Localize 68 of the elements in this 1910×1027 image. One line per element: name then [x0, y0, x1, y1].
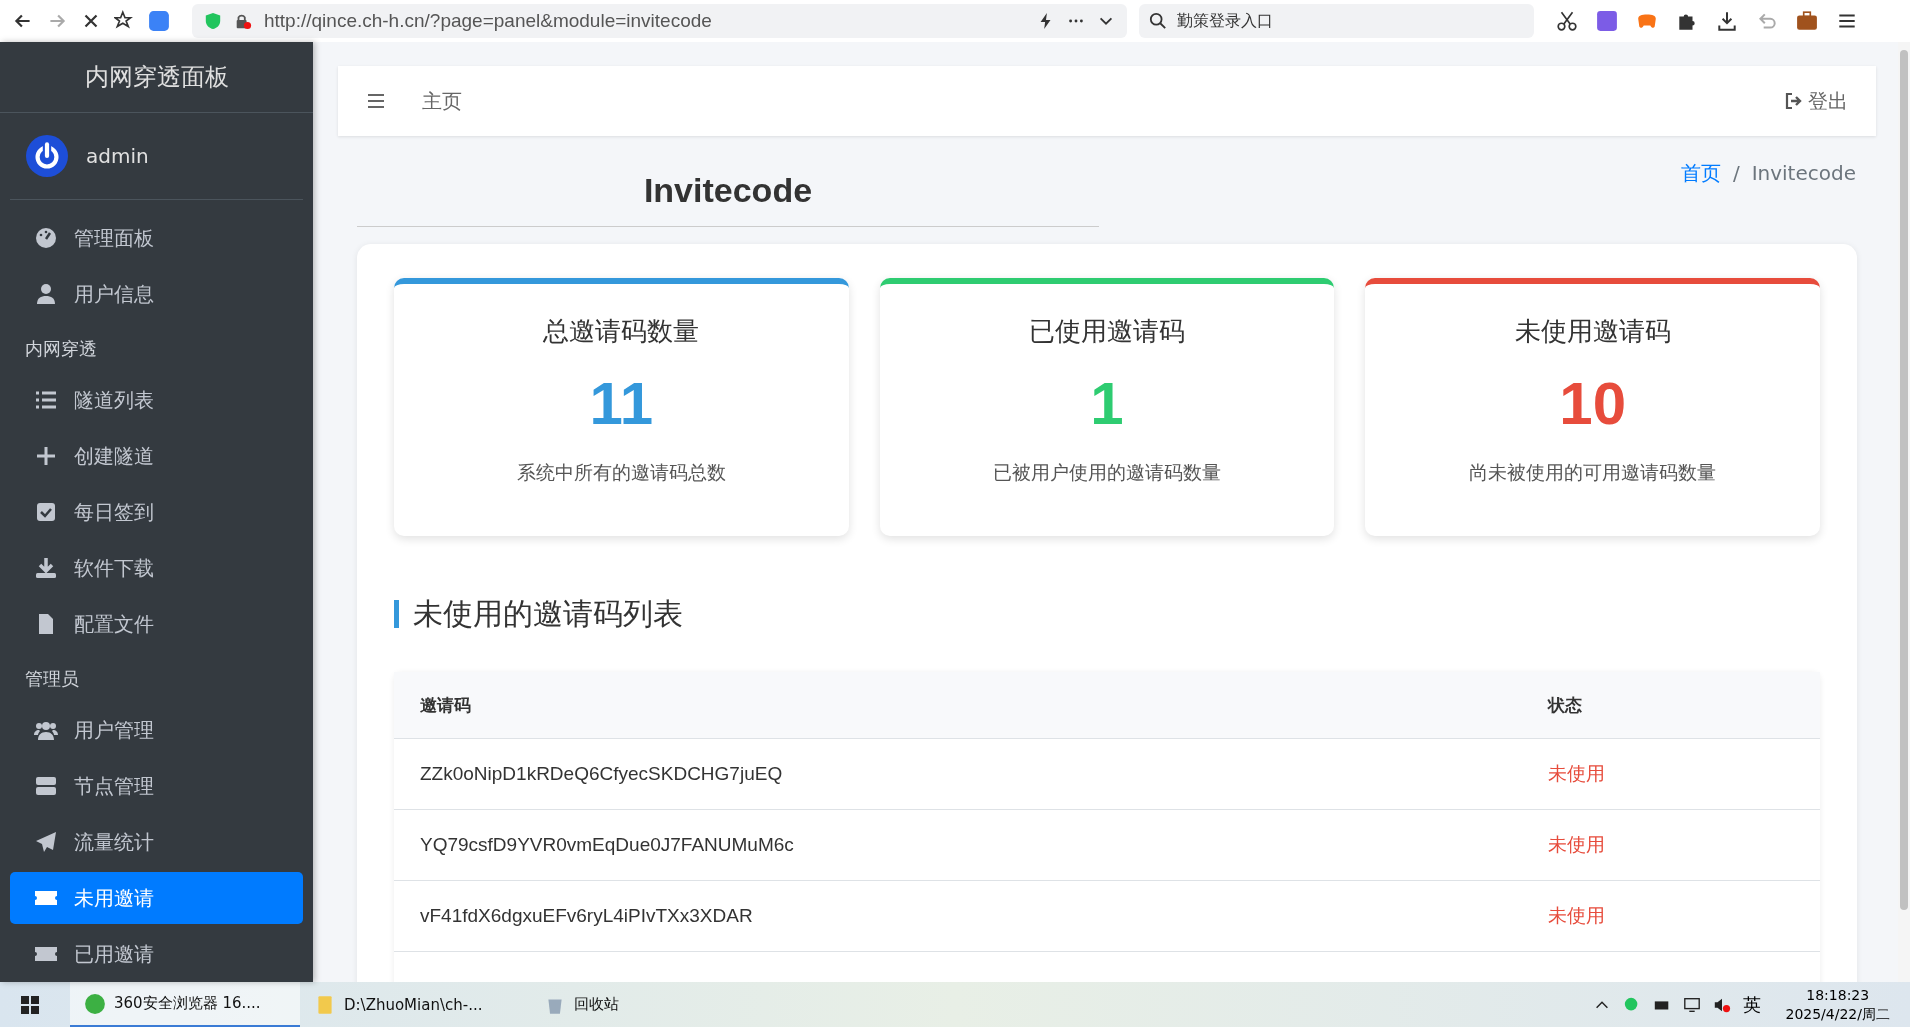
logout-icon [1784, 91, 1804, 111]
search-field[interactable]: 勤策登录入口 [1139, 4, 1534, 38]
stat-title: 已使用邀请码 [1029, 315, 1185, 348]
invite-code: YQ79csfD9YVR0vmEqDue0J7FANUMuM6c [419, 834, 795, 856]
nav-item[interactable]: 已用邀请 [10, 928, 303, 980]
address-bar[interactable]: http://qince.ch-h.cn/?page=panel&module=invitecode [192, 4, 1127, 38]
stat-description: 系统中所有的邀请码总数 [516, 460, 726, 485]
column-header: 状态 [1548, 693, 1583, 717]
nav-item[interactable]: 未用邀请 [10, 872, 303, 924]
status-text: 未使用 [1548, 762, 1606, 786]
lock-warning-icon[interactable] [234, 12, 252, 30]
check-icon [34, 500, 58, 524]
menu-icon[interactable] [366, 91, 386, 111]
nav-item[interactable]: 隧道列表 [10, 374, 303, 426]
nav-item[interactable]: 每日签到 [10, 486, 303, 538]
download-icon[interactable] [1716, 10, 1738, 32]
search-icon [1149, 12, 1167, 30]
taskbar-app[interactable]: D:\ZhuoMian\ch-... [300, 982, 530, 1027]
breadcrumb-link[interactable]: 首页 [1680, 159, 1721, 187]
taskbar-app[interactable]: 360安全浏览器 16.... [70, 982, 300, 1027]
taskbar-app[interactable]: 回收站 [530, 982, 760, 1027]
stat-value: 11 [589, 369, 654, 438]
sidebar-title: 内网穿透面板 [0, 42, 313, 113]
clock-date: 2025/4/22/周二 [1785, 1004, 1890, 1024]
section-title: 未使用的邀请码列表 [394, 600, 1820, 628]
stat-description: 尚未被使用的可用邀请码数量 [1469, 460, 1717, 485]
invite-code: ZZk0oNipD1kRDeQ6CfyecSKDCHG7juEQ [419, 763, 784, 785]
nav-item[interactable]: 节点管理 [10, 760, 303, 812]
user-name: admin [86, 144, 149, 168]
nav-item[interactable]: 流量统计 [10, 816, 303, 868]
server-icon [34, 774, 58, 798]
nav-section-header: 内网穿透 [24, 337, 98, 361]
nav-section-header: 管理员 [24, 667, 80, 691]
shield-icon [204, 12, 222, 30]
windows-start-icon[interactable] [20, 994, 40, 1015]
plane-icon [34, 830, 58, 854]
scissors-icon[interactable] [1556, 10, 1578, 32]
page-title: Invitecode [357, 161, 1099, 227]
stat-value: 10 [1559, 369, 1627, 438]
stat-value: 1 [1090, 369, 1124, 438]
logout-link[interactable]: 登出 [1784, 87, 1848, 115]
stat-title: 未使用邀请码 [1514, 315, 1671, 348]
clock-time: 18:18:23 [1806, 985, 1870, 1005]
plus-icon [34, 444, 58, 468]
gauge-icon [34, 226, 58, 250]
stat-description: 已被用户使用的邀请码数量 [993, 460, 1221, 485]
breadcrumb-separator: / [1732, 161, 1740, 185]
nav-item[interactable]: 软件下载 [10, 542, 303, 594]
monitor-icon[interactable] [1683, 995, 1702, 1014]
ime-indicator[interactable]: 英 [1743, 992, 1762, 1017]
download-icon [34, 556, 58, 580]
breadcrumb-current: Invitecode [1751, 161, 1856, 185]
invite-code: vF41fdX6dgxuEFv6ryL4iPIvTXx3XDAR [419, 905, 754, 927]
nav-item[interactable]: 创建隧道 [10, 430, 303, 482]
status-text: 未使用 [1548, 833, 1606, 857]
nav-item[interactable]: 用户管理 [10, 704, 303, 756]
home-link[interactable]: 主页 [422, 87, 462, 115]
nav-item[interactable]: 管理面板 [10, 212, 303, 264]
user-icon [34, 282, 58, 306]
nav-item[interactable]: 用户信息 [10, 268, 303, 320]
briefcase-icon[interactable] [1796, 10, 1818, 32]
stat-title: 总邀请码数量 [543, 315, 700, 348]
scrollbar[interactable] [1898, 42, 1910, 982]
status-text: 未使用 [1548, 904, 1606, 928]
power-avatar-icon [26, 135, 68, 177]
column-header: 邀请码 [419, 693, 472, 717]
url-text: http://qince.ch-h.cn/?page=panel&module=invitecode [264, 10, 713, 32]
nav-item[interactable]: 配置文件 [10, 598, 303, 650]
